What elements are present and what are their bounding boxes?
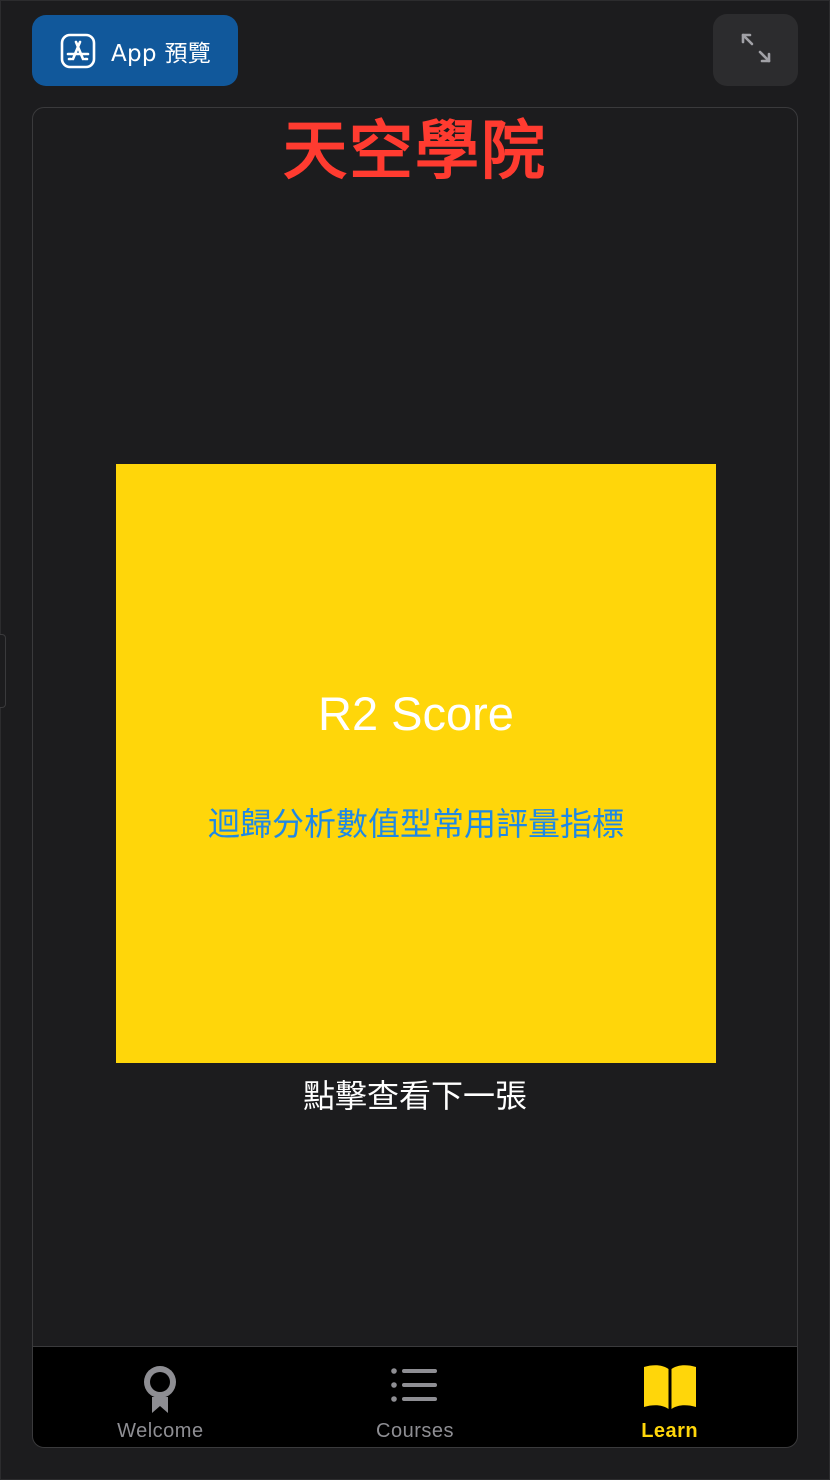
app-preview-button[interactable]: App 預覽 <box>32 15 238 86</box>
expand-icon <box>739 31 773 69</box>
tab-welcome[interactable]: Welcome <box>33 1347 288 1447</box>
next-card-hint[interactable]: 點擊查看下一張 <box>33 1075 797 1117</box>
app-store-icon <box>60 33 96 69</box>
open-book-icon <box>642 1361 698 1417</box>
tab-courses[interactable]: Courses <box>288 1347 543 1447</box>
tab-label-learn: Learn <box>641 1420 699 1442</box>
tab-label-courses: Courses <box>376 1420 454 1442</box>
tab-learn[interactable]: Learn <box>542 1347 797 1447</box>
flashcard-term: R2 Score <box>318 687 514 740</box>
tab-label-welcome: Welcome <box>117 1420 204 1442</box>
app-preview-frame: 天空學院 R2 Score 迴歸分析數值型常用評量指標 點擊查看下一張 Welc… <box>32 107 798 1448</box>
flashcard-description: 迴歸分析數值型常用評量指標 <box>207 805 624 843</box>
expand-button[interactable] <box>713 14 798 86</box>
list-icon <box>387 1361 443 1417</box>
award-ribbon-icon <box>132 1361 188 1417</box>
flashcard[interactable]: R2 Score 迴歸分析數值型常用評量指標 <box>116 464 716 1063</box>
app-preview-label: App 預覽 <box>111 40 212 67</box>
tab-bar: Welcome Courses Learn <box>33 1346 797 1447</box>
side-drag-handle[interactable] <box>0 634 6 708</box>
app-title: 天空學院 <box>283 115 547 189</box>
